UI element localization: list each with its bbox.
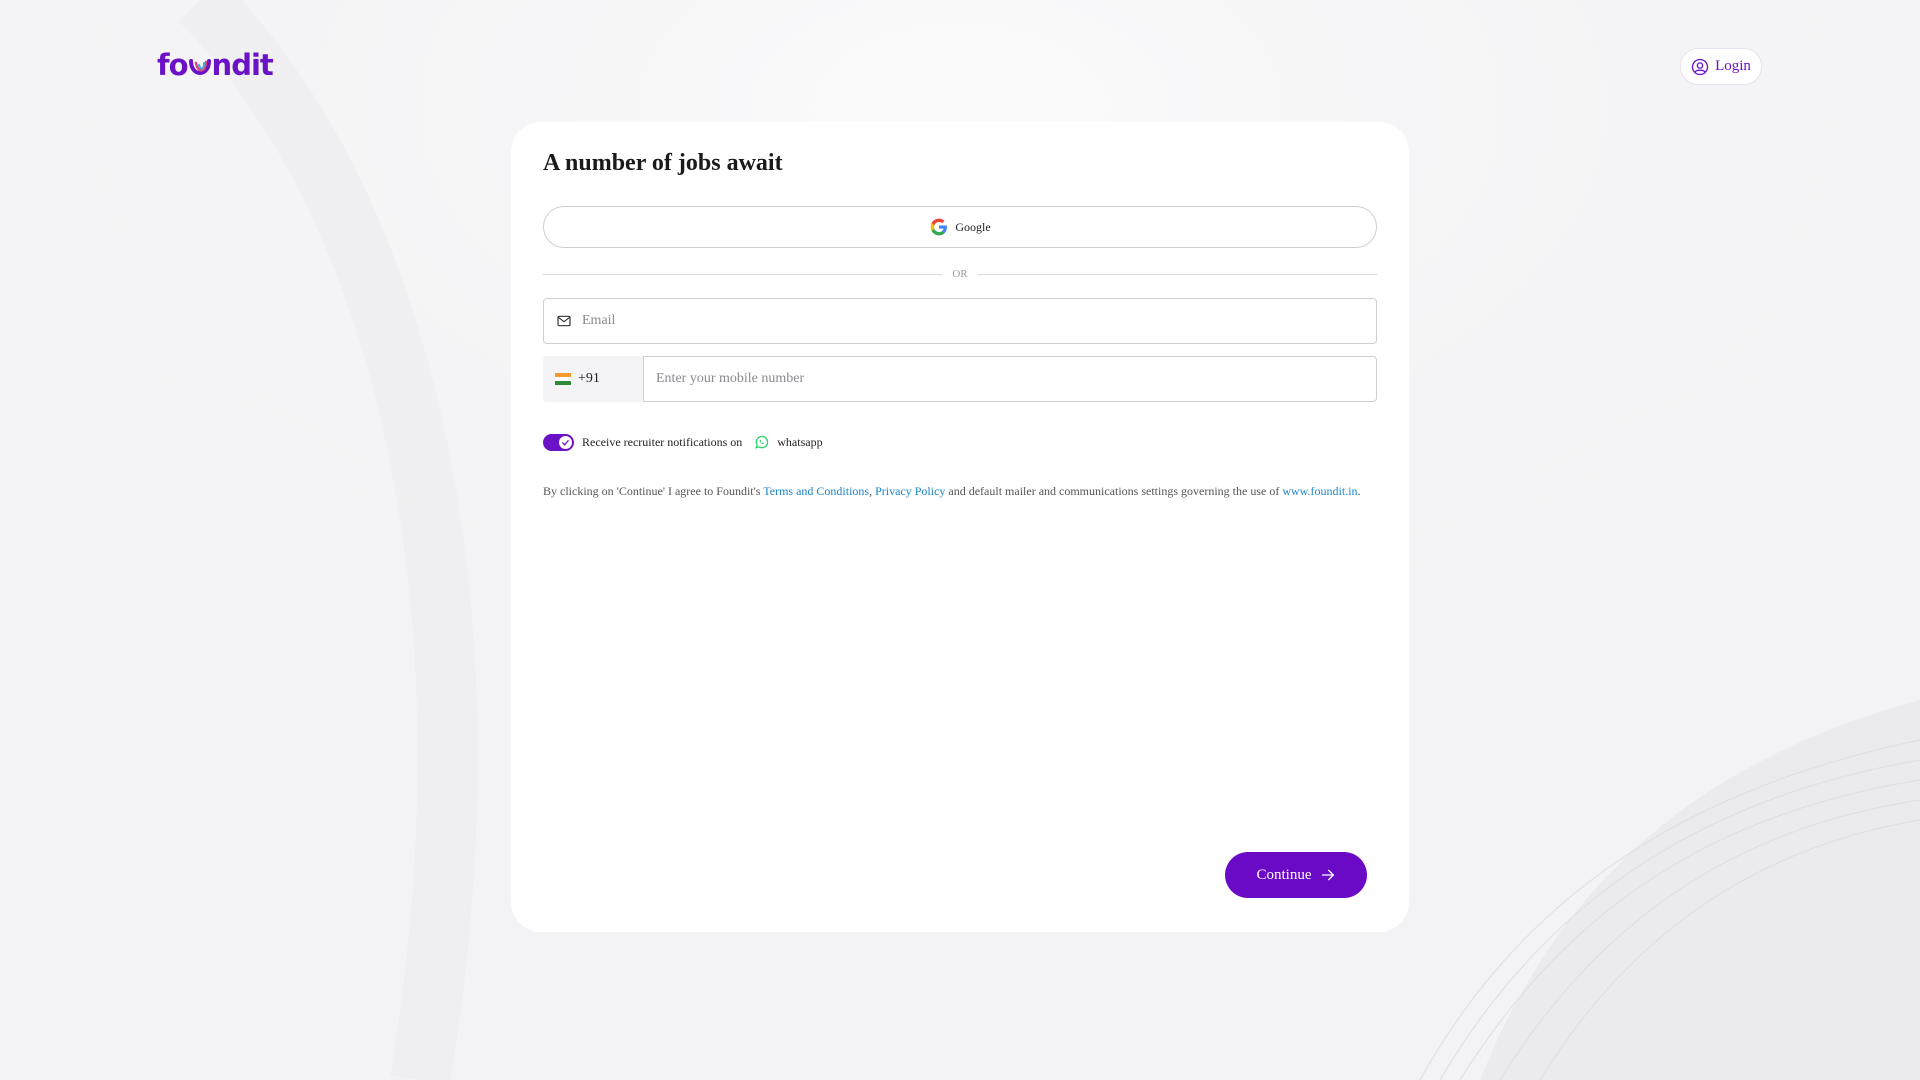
google-signin-button[interactable]: Google [543, 206, 1377, 248]
check-icon [562, 439, 570, 446]
divider-line-left [543, 273, 943, 275]
terms-link[interactable]: Terms and Conditions [763, 484, 869, 498]
continue-button[interactable]: Continue [1225, 852, 1367, 898]
whatsapp-notification-toggle[interactable] [543, 434, 574, 451]
logo-swoosh-icon [188, 59, 211, 75]
whatsapp-label: whatsapp [777, 435, 823, 449]
email-input[interactable] [582, 299, 1376, 343]
foundit-logo[interactable]: fo ndit [157, 48, 274, 82]
site-link[interactable]: www.foundit.in [1282, 484, 1357, 498]
terms-suffix: . [1357, 484, 1361, 498]
privacy-policy-link[interactable]: Privacy Policy [875, 484, 945, 498]
login-label: Login [1715, 58, 1751, 74]
login-button[interactable]: Login [1680, 48, 1762, 85]
toggle-knob [559, 436, 572, 449]
country-code-label: +91 [578, 371, 600, 386]
arrow-right-icon [1321, 869, 1334, 881]
google-icon [930, 218, 948, 236]
email-field[interactable] [543, 298, 1377, 344]
terms-middle: and default mailer and communications se… [945, 484, 1283, 498]
mail-icon [557, 315, 571, 327]
google-label: Google [955, 219, 991, 234]
toggle-label: Receive recruiter notifications on [582, 435, 743, 449]
or-label: OR [952, 268, 968, 280]
divider-line-right [977, 273, 1377, 275]
whatsapp-notification-row: Receive recruiter notifications on whats… [543, 434, 823, 451]
mobile-field[interactable] [643, 356, 1377, 402]
india-flag-icon [555, 373, 571, 385]
logo-text-left: fo [157, 48, 189, 82]
signup-card: A number of jobs await Google OR +91 [511, 122, 1409, 932]
mobile-input[interactable] [656, 357, 1376, 401]
continue-label: Continue [1256, 866, 1312, 883]
terms-text: By clicking on 'Continue' I agree to Fou… [543, 484, 1361, 499]
or-divider: OR [543, 264, 1377, 284]
logo-text-right: ndit [211, 48, 274, 82]
terms-prefix: By clicking on 'Continue' I agree to Fou… [543, 484, 764, 498]
card-title: A number of jobs await [543, 150, 783, 176]
whatsapp-icon [755, 435, 769, 449]
user-circle-icon [1691, 58, 1709, 75]
country-code-selector[interactable]: +91 [543, 356, 643, 402]
